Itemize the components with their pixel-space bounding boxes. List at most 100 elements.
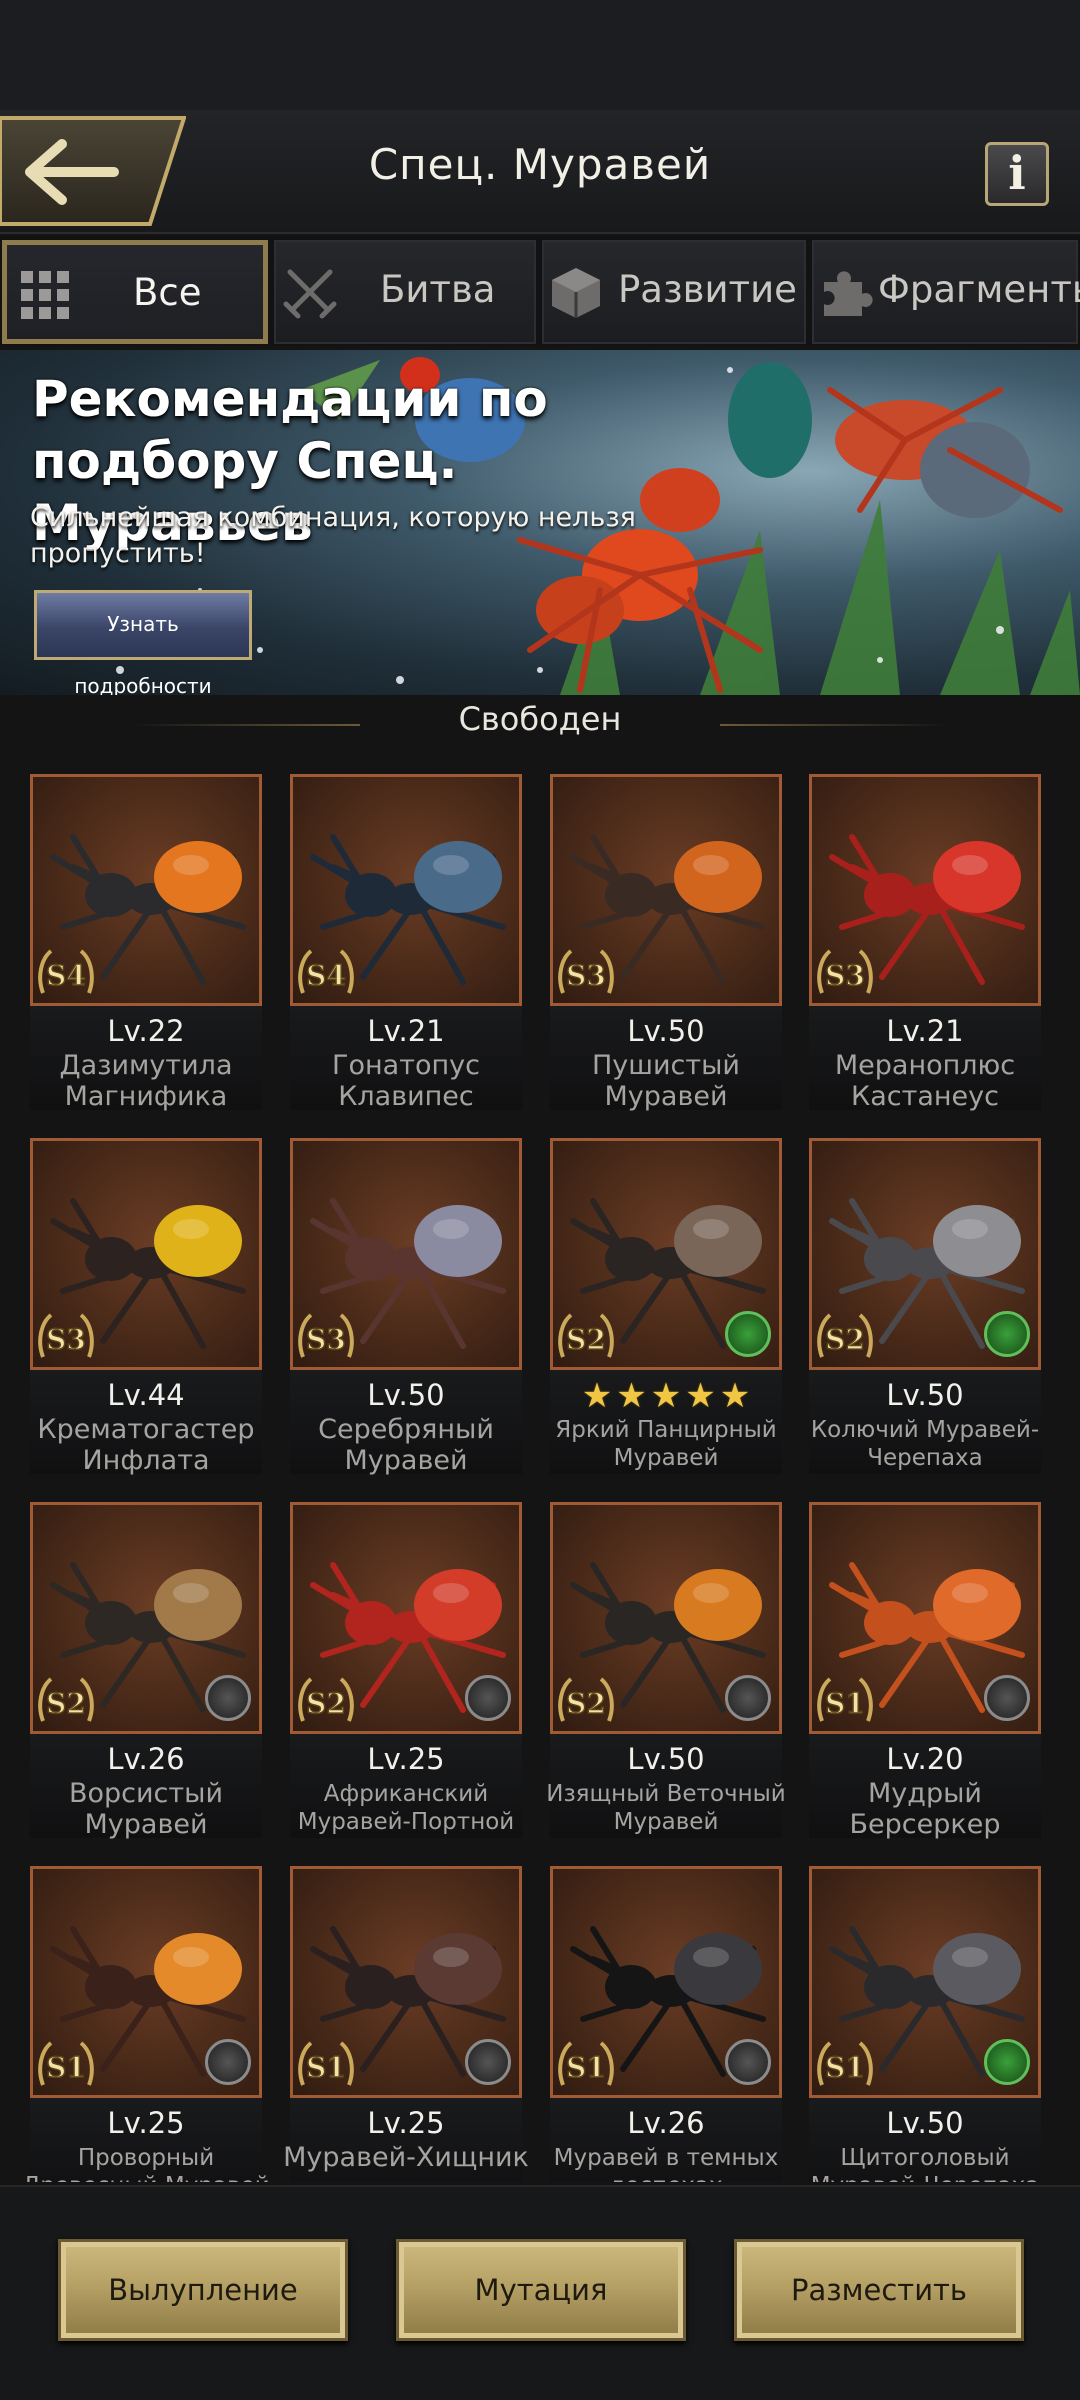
header: Спец. Муравей i [0,110,1080,234]
recommendation-banner[interactable]: Рекомендации по подбору Спец. Муравьев С… [0,350,1080,695]
star-icon: ★ [616,1376,647,1416]
ant-card[interactable]: S3 Lv.50 Серебряный Муравей [262,1124,522,1484]
ant-name: Муравей в темных доспехах [553,2145,779,2182]
cube-icon [552,268,600,318]
ant-card[interactable]: S4 Lv.22 Дазимутила Магнифика [2,760,262,1120]
page-title: Спец. Муравей [368,140,712,189]
ant-portrait: S2 [290,1502,522,1734]
ant-card[interactable]: S2 Lv.50 Изящный Веточный Муравей [522,1488,786,1848]
ant-card[interactable]: S4 Lv.21 Гонатопус Клавипес [262,760,522,1120]
tab-fragments[interactable]: Фрагменты [812,240,1080,344]
tier-badge: S1 [816,1675,874,1727]
ant-name: Проворный Древесный Муравей [22,2145,269,2182]
ant-portrait: S4 [290,774,522,1006]
tier-badge: S2 [557,1675,615,1727]
trait-icon [465,1675,511,1721]
tier-badge: S3 [37,1311,95,1363]
ant-level: Lv.50 [886,1378,964,1412]
ant-level: Lv.20 [886,1742,964,1776]
ant-card[interactable]: S1 Lv.25 Муравей-Хищник [262,1852,529,2182]
tab-battle-label: Битва [380,268,496,311]
info-button[interactable]: i [985,142,1049,206]
ant-level: Lv.21 [367,1014,445,1048]
ant-level: Lv.26 [107,1742,185,1776]
banner-subtitle: Сильнейшая комбинация, которую нельзя пр… [30,502,636,569]
ant-card[interactable]: S3 Lv.44 Крематогастер Инфлата [2,1124,262,1484]
tab-battle[interactable]: Битва [274,240,536,344]
ant-card[interactable]: S2 Lv.25 Африканский Муравей-Портной [262,1488,522,1848]
trait-icon [984,1675,1030,1721]
ant-name: Изящный Веточный Муравей [546,1781,786,1835]
trait-icon [205,1675,251,1721]
ant-portrait: S4 [30,774,262,1006]
trait-icon [725,1675,771,1721]
tier-badge-label: S1 [825,1687,865,1720]
ant-card[interactable]: S2 Lv.26 Ворсистый Муравей [2,1488,262,1848]
category-tabs: Все Битва Развитие Фрагменты [0,236,1080,346]
tier-badge: S4 [37,947,95,999]
trait-icon [465,2039,511,2085]
tier-badge-label: S3 [306,1323,346,1356]
tab-all-label: Все [133,271,202,314]
footer-actions: Вылупление Мутация Разместить [0,2185,1080,2400]
learn-more-button[interactable]: Узнать подробности [34,590,252,695]
ant-level: Lv.50 [886,2106,964,2140]
group-label: Свободен [458,700,622,738]
trait-icon [205,2039,251,2085]
ant-name: Дазимутила Магнифика [59,1050,233,1112]
ant-level: Lv.50 [627,1014,705,1048]
star-icon: ★ [719,1376,751,1416]
tier-badge-label: S4 [306,959,346,992]
ant-card[interactable]: S1 Lv.26 Муравей в темных доспехах [522,1852,782,2182]
tier-badge-label: S1 [566,2051,606,2084]
tier-badge-label: S2 [825,1323,865,1356]
ant-card[interactable]: S1 Lv.25 Проворный Древесный Муравей [2,1852,270,2182]
back-arrow-icon [0,116,186,226]
ant-card[interactable]: S2 ★ ★ ★ ★ ★ Яркий Панцирный Муравей [522,1124,782,1484]
tier-badge: S2 [557,1311,615,1363]
back-button[interactable] [0,112,186,230]
tier-badge: S1 [297,2039,355,2091]
ant-card[interactable]: S1 Lv.50 Щитоголовый Муравей-Черепаха [781,1852,1041,2182]
ant-name: Мудрый Берсеркер [849,1778,1001,1840]
tier-badge-label: S2 [306,1687,346,1720]
ant-name: Яркий Панцирный Муравей [555,1417,777,1471]
ant-card[interactable]: S2 Lv.50 Колючий Муравей-Черепаха [781,1124,1041,1484]
ant-name: Мераноплюс Кастанеус [834,1050,1016,1112]
molt-button[interactable]: Вылупление [58,2239,348,2341]
ant-level: Lv.22 [107,1014,185,1048]
tier-badge-label: S2 [46,1687,86,1720]
ant-name: Африканский Муравей-Портной [297,1781,515,1835]
tab-development-label: Развитие [618,268,797,311]
tier-badge-label: S1 [46,2051,86,2084]
tab-all[interactable]: Все [2,240,268,344]
status-bar [0,0,1080,110]
ant-card[interactable]: S3 Lv.50 Пушистый Муравей [522,760,782,1120]
tier-badge: S1 [37,2039,95,2091]
group-header: Свободен [0,700,1080,750]
ant-level: Lv.25 [107,2106,185,2140]
tier-badge-label: S2 [566,1323,606,1356]
ant-card[interactable]: S1 Lv.20 Мудрый Берсеркер [781,1488,1041,1848]
ant-name: Крематогастер Инфлата [37,1414,255,1476]
tier-badge: S2 [816,1311,874,1363]
ant-card[interactable]: S3 Lv.21 Мераноплюс Кастанеус [781,760,1041,1120]
ant-name: Щитоголовый Муравей-Черепаха [811,2145,1040,2182]
trait-icon [984,1311,1030,1357]
tier-badge: S4 [297,947,355,999]
ant-portrait: S1 [290,1866,522,2098]
ant-name: Ворсистый Муравей [68,1778,223,1840]
tab-development[interactable]: Развитие [542,240,806,344]
star-rating: ★ ★ ★ ★ ★ [550,1376,782,1416]
tier-badge-label: S3 [46,1323,86,1356]
trait-icon [725,2039,771,2085]
ant-portrait: S1 [550,1866,782,2098]
mutation-button[interactable]: Мутация [396,2239,686,2341]
deploy-button[interactable]: Разместить [734,2239,1024,2341]
ant-portrait: S1 [30,1866,262,2098]
tier-badge: S1 [816,2039,874,2091]
ant-level: Lv.50 [627,1742,705,1776]
star-icon: ★ [581,1376,613,1416]
ant-name: Муравей-Хищник [283,2142,529,2173]
ant-portrait: S3 [290,1138,522,1370]
